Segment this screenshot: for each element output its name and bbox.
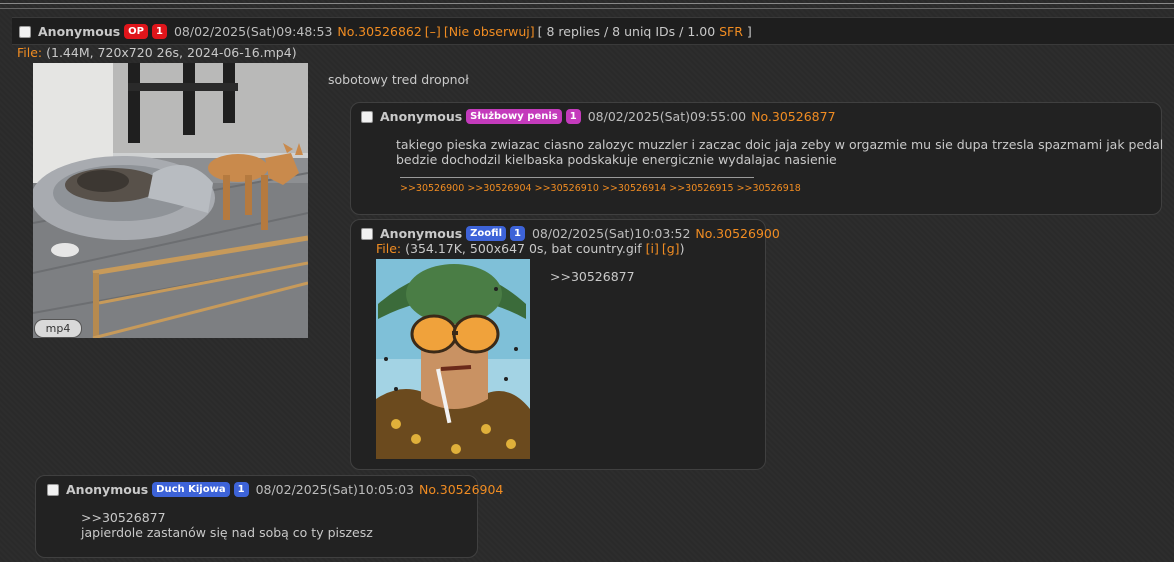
op-header: Anonymous OP 1 08/02/2025(Sat)09:48:53 N… — [19, 24, 752, 39]
backlink[interactable]: >>30526914 — [602, 183, 666, 194]
op-date: 08/02/2025(Sat)09:48:53 — [173, 24, 333, 39]
op-video-thumbnail[interactable]: mp4 — [33, 63, 308, 338]
backlink[interactable]: >>30526904 — [467, 183, 531, 194]
reply-1-badge: Służbowy penis — [466, 109, 562, 124]
mp4-badge-icon: mp4 — [34, 319, 82, 338]
reply-2-header: Anonymous Zoofil 1 08/02/2025(Sat)10:03:… — [361, 226, 780, 241]
op-post-number[interactable]: No.30526862 — [337, 24, 421, 39]
reply-2-file-label[interactable]: File: — [376, 241, 401, 256]
backlink[interactable]: >>30526900 — [400, 183, 464, 194]
reply-2-file-g-link[interactable]: [g] — [662, 241, 680, 256]
reply-2-poster-name: Anonymous — [380, 226, 463, 241]
reply-3-id-count[interactable]: 1 — [233, 482, 249, 497]
op-file-info: File: (1.44M, 720x720 26s, 2024-06-16.mp… — [17, 45, 297, 60]
reply-3-date: 08/02/2025(Sat)10:05:03 — [255, 482, 414, 497]
op-file-details: (1.44M, 720x720 26s, 2024-06-16.mp4) — [42, 45, 297, 60]
reply-1-comment-line-1: takiego pieska zwiazac ciasno zalozyc mu… — [396, 137, 1164, 152]
op-collapse-link[interactable]: [–] — [425, 24, 441, 39]
op-select-checkbox[interactable] — [19, 25, 31, 38]
op-video-image — [33, 63, 308, 338]
op-file-label[interactable]: File: — [17, 45, 42, 60]
reply-2-quote-link[interactable]: >>30526877 — [550, 269, 635, 285]
reply-2-post-number[interactable]: No.30526900 — [695, 226, 779, 241]
reply-1-poster-name: Anonymous — [380, 109, 463, 124]
op-poster-name: Anonymous — [38, 24, 121, 39]
reply-1-checkbox[interactable] — [361, 110, 373, 123]
op-stats-suffix: ] — [742, 24, 752, 39]
reply-1-id-count[interactable]: 1 — [565, 109, 581, 124]
reply-1-backlinks: >>30526900 >>30526904 >>30526910 >>30526… — [400, 183, 801, 194]
reply-3-header: Anonymous Duch Kijowa 1 08/02/2025(Sat)1… — [47, 482, 503, 497]
reply-3-poster-name: Anonymous — [66, 482, 149, 497]
op-watch-link[interactable]: [Nie obserwuj] — [444, 24, 535, 39]
reply-2-file-close: ) — [679, 241, 685, 256]
op-badge: OP — [124, 24, 149, 39]
reply-3-quote-link[interactable]: >>30526877 — [81, 510, 166, 526]
op-stats-prefix: [ 8 replies / 8 uniq IDs / 1.00 — [537, 24, 720, 39]
top-divider — [0, 3, 1174, 4]
op-sfr-link[interactable]: SFR — [719, 24, 743, 39]
reply-2-image — [376, 259, 530, 459]
top-divider-2 — [0, 8, 1174, 9]
reply-1-header: Anonymous Służbowy penis 1 08/02/2025(Sa… — [361, 109, 836, 124]
reply-2-badge: Zoofil — [466, 226, 507, 241]
op-comment: sobotowy tred dropnoł — [328, 72, 469, 87]
backlink[interactable]: >>30526915 — [669, 183, 733, 194]
reply-3-post-number[interactable]: No.30526904 — [419, 482, 503, 497]
backlink[interactable]: >>30526910 — [535, 183, 599, 194]
reply-3-checkbox[interactable] — [47, 483, 59, 496]
reply-1-post-number[interactable]: No.30526877 — [751, 109, 835, 124]
reply-1-date: 08/02/2025(Sat)09:55:00 — [587, 109, 747, 124]
reply-2-image-thumbnail[interactable] — [376, 259, 530, 459]
reply-1-comment-line-2: bedzie dochodzil kielbaska podskakuje en… — [396, 152, 837, 167]
reply-1-backlinks-divider — [400, 177, 754, 178]
reply-2-date: 08/02/2025(Sat)10:03:52 — [531, 226, 691, 241]
reply-2-file-info: File: (354.17K, 500x647 0s, bat country.… — [376, 241, 684, 256]
reply-2-file-i-link[interactable]: [i] — [646, 241, 659, 256]
reply-2-file-details: (354.17K, 500x647 0s, bat country.gif — [401, 241, 646, 256]
reply-3-badge: Duch Kijowa — [152, 482, 230, 497]
op-id-count[interactable]: 1 — [152, 24, 167, 39]
backlink[interactable]: >>30526918 — [737, 183, 801, 194]
reply-3-comment: japierdole zastanów się nad sobą co ty p… — [81, 525, 373, 540]
reply-2-id-count[interactable]: 1 — [510, 226, 525, 241]
reply-2-checkbox[interactable] — [361, 227, 373, 240]
